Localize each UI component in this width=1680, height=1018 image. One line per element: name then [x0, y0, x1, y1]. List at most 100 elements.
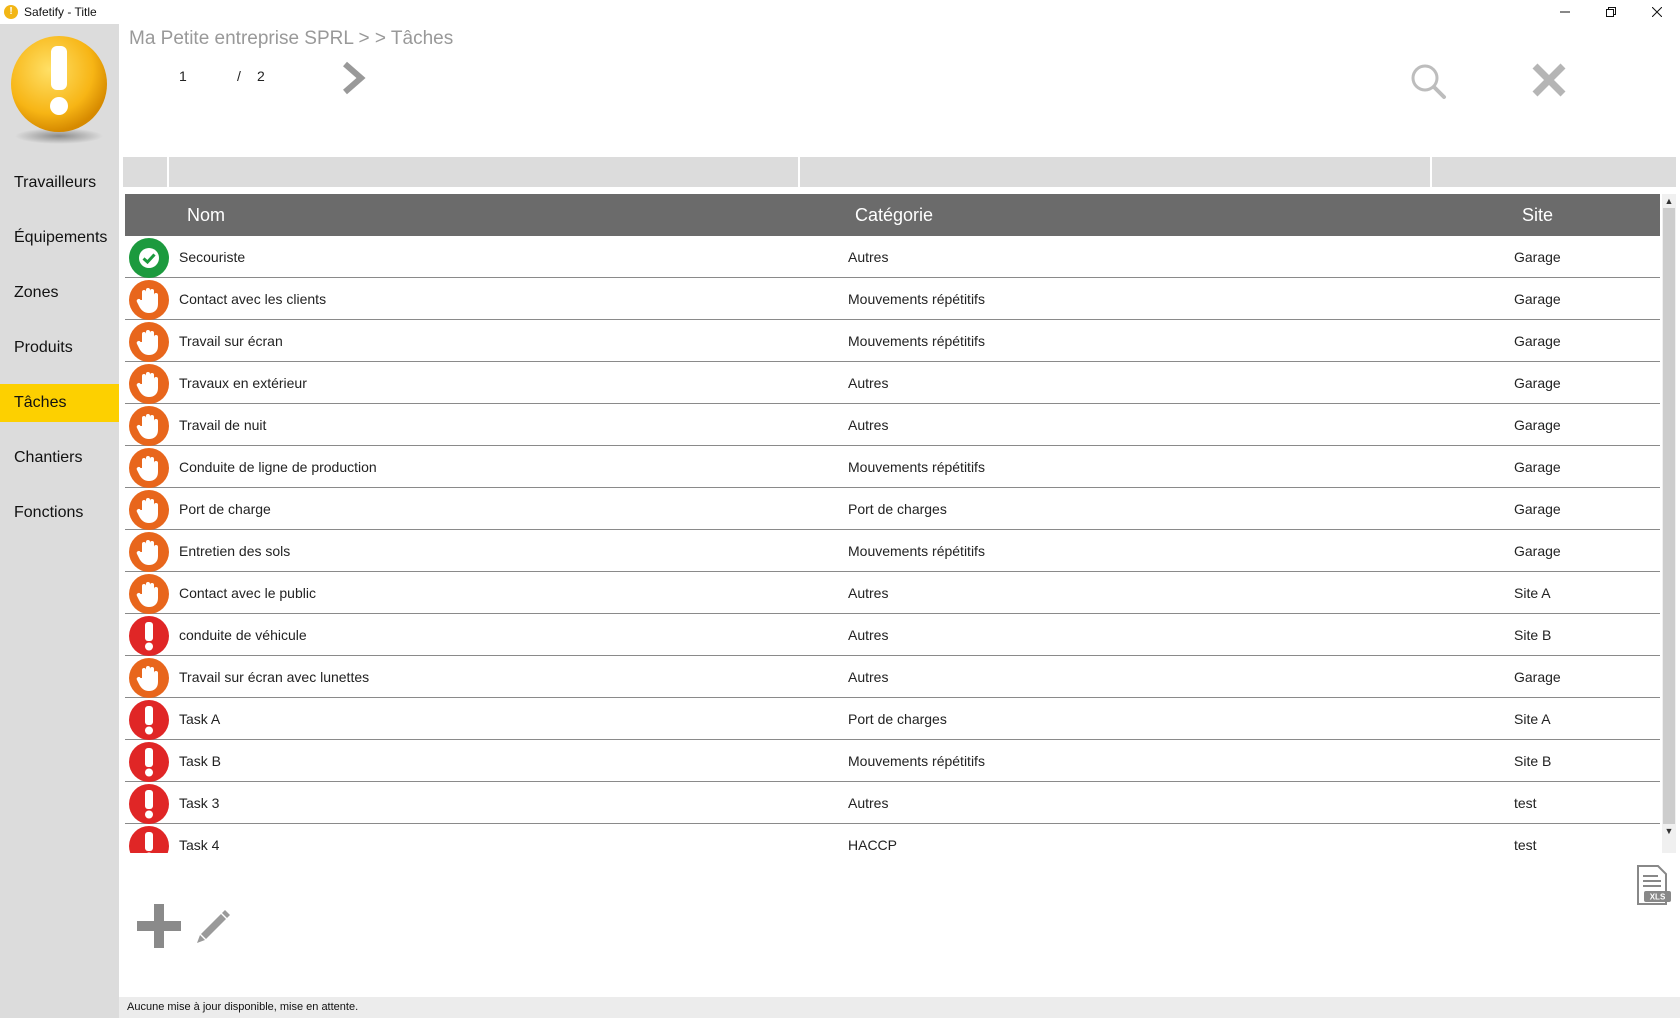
sidebar-item-fonctions[interactable]: Fonctions	[0, 494, 119, 532]
search-button[interactable]	[1409, 62, 1449, 102]
vertical-scrollbar[interactable]: ▲ ▼	[1662, 194, 1676, 853]
sidebar-item-produits[interactable]: Produits	[0, 329, 119, 367]
close-window-button[interactable]	[1634, 0, 1680, 24]
status-warn-hand-stop-icon	[129, 574, 169, 614]
cell-nom: Task A	[179, 711, 221, 727]
sidebar-item-zones[interactable]: Zones	[0, 274, 119, 312]
cell-site: Garage	[1514, 291, 1561, 307]
table-row[interactable]: Travail de nuit Autres Garage	[125, 404, 1660, 446]
cell-categorie: Autres	[848, 375, 889, 391]
app-logo-icon: !	[4, 5, 18, 19]
table-row[interactable]: Task 4 HACCP test	[125, 824, 1660, 853]
chevron-right-icon	[343, 61, 366, 95]
cell-nom: Travaux en extérieur	[179, 375, 307, 391]
cell-nom: Travail de nuit	[179, 417, 267, 433]
cell-nom: Contact avec les clients	[179, 291, 327, 307]
cell-categorie: Autres	[848, 417, 889, 433]
cell-categorie: Mouvements répétitifs	[848, 753, 985, 769]
cell-site: Garage	[1514, 459, 1561, 475]
sidebar-item-chantiers[interactable]: Chantiers	[0, 439, 119, 477]
table-row[interactable]: Conduite de ligne de production Mouvement…	[125, 446, 1660, 488]
cell-categorie: Autres	[848, 669, 889, 685]
filter-category[interactable]	[800, 157, 1432, 187]
cell-categorie: Mouvements répétitifs	[848, 333, 985, 349]
table-body: Secouriste Autres Garage Contact avec les c…	[125, 236, 1660, 853]
close-button[interactable]	[1529, 60, 1569, 100]
status-danger-exclamation-icon	[129, 742, 169, 782]
scroll-up-icon[interactable]: ▲	[1662, 194, 1676, 208]
cell-categorie: Mouvements répétitifs	[848, 459, 985, 475]
cell-nom: Task B	[179, 753, 222, 769]
filter-name[interactable]	[169, 157, 800, 187]
status-danger-exclamation-icon	[129, 784, 169, 824]
table-row[interactable]: Task B Mouvements répétitifs Site B	[125, 740, 1660, 782]
table-header: Nom Catégorie Site	[125, 194, 1660, 236]
minimize-button[interactable]	[1542, 0, 1588, 24]
sidebar-item-travailleurs[interactable]: Travailleurs	[0, 164, 119, 202]
cell-site: Site A	[1514, 711, 1551, 727]
status-warn-hand-stop-icon	[129, 280, 169, 320]
table-row[interactable]: Entretien des sols Mouvements répétitifs G…	[125, 530, 1660, 572]
cell-categorie: Autres	[848, 585, 889, 601]
pager: 1 / 2	[179, 68, 277, 84]
restore-icon	[1606, 7, 1616, 17]
edit-button[interactable]	[193, 904, 233, 944]
filter-bar	[123, 157, 1676, 187]
plus-icon	[137, 904, 181, 948]
table-row[interactable]: Task 3 Autres test	[125, 782, 1660, 824]
cell-nom: Entretien des sols	[179, 543, 291, 559]
status-warn-hand-stop-icon	[129, 364, 169, 404]
scroll-down-icon[interactable]: ▼	[1662, 824, 1676, 838]
filter-site[interactable]	[1432, 157, 1676, 187]
next-page-button[interactable]	[339, 60, 369, 96]
status-warn-hand-stop-icon	[129, 322, 169, 362]
table-row[interactable]: Port de charge Port de charges Garage	[125, 488, 1660, 530]
cell-categorie: HACCP	[848, 837, 898, 853]
page-total: 2	[257, 68, 265, 84]
cell-site: Garage	[1514, 543, 1561, 559]
pencil-icon	[197, 910, 230, 943]
cell-categorie: Mouvements répétitifs	[848, 291, 985, 307]
table-row[interactable]: Contact avec le public Autres Site A	[125, 572, 1660, 614]
cell-nom: conduite de véhicule	[179, 627, 307, 643]
cell-categorie: Mouvements répétitifs	[848, 543, 985, 559]
cell-site: test	[1514, 837, 1537, 853]
cell-nom: Task 4	[179, 837, 220, 853]
sidebar-item-taches[interactable]: Tâches	[0, 384, 119, 422]
cell-site: Site B	[1514, 753, 1552, 769]
column-header-nom[interactable]: Nom	[187, 205, 225, 226]
add-button[interactable]	[135, 902, 183, 950]
column-header-categorie[interactable]: Catégorie	[855, 205, 933, 226]
tasks-table: Nom Catégorie Site Secouriste Autres Garag…	[125, 194, 1660, 853]
table-row[interactable]: Travaux en extérieur Autres Garage	[125, 362, 1660, 404]
table-row[interactable]: Contact avec les clients Mouvements répét…	[125, 278, 1660, 320]
xls-label: XLS	[1650, 893, 1666, 902]
page-current[interactable]: 1	[179, 68, 199, 84]
cell-nom: Conduite de ligne de production	[179, 459, 377, 475]
status-warn-hand-stop-icon	[129, 490, 169, 530]
table-row[interactable]: Task A Port de charges Site A	[125, 698, 1660, 740]
cell-site: Site A	[1514, 585, 1551, 601]
cell-categorie: Port de charges	[848, 501, 947, 517]
title-bar: ! Safetify - Title	[0, 0, 1680, 24]
cell-site: Garage	[1514, 375, 1561, 391]
restore-button[interactable]	[1588, 0, 1634, 24]
cell-site: Garage	[1514, 333, 1561, 349]
scroll-thumb[interactable]	[1663, 208, 1675, 824]
page-separator: /	[237, 68, 241, 84]
cell-nom: Contact avec le public	[179, 585, 316, 601]
table-row[interactable]: Secouriste Autres Garage	[125, 236, 1660, 278]
table-row[interactable]: conduite de véhicule Autres Site B	[125, 614, 1660, 656]
cell-nom: Port de charge	[179, 501, 271, 517]
cell-categorie: Autres	[848, 795, 889, 811]
cell-site: Garage	[1514, 417, 1561, 433]
cell-site: test	[1514, 795, 1537, 811]
filter-status[interactable]	[123, 157, 169, 187]
sidebar-item-equipements[interactable]: Équipements	[0, 219, 119, 257]
export-xls-button[interactable]: XLS	[1634, 864, 1672, 908]
xls-file-icon: XLS	[1637, 865, 1671, 905]
column-header-site[interactable]: Site	[1522, 205, 1553, 226]
table-row[interactable]: Travail sur écran avec lunettes Autres Gar…	[125, 656, 1660, 698]
cell-site: Garage	[1514, 249, 1561, 265]
table-row[interactable]: Travail sur écran Mouvements répétitifs Ga…	[125, 320, 1660, 362]
